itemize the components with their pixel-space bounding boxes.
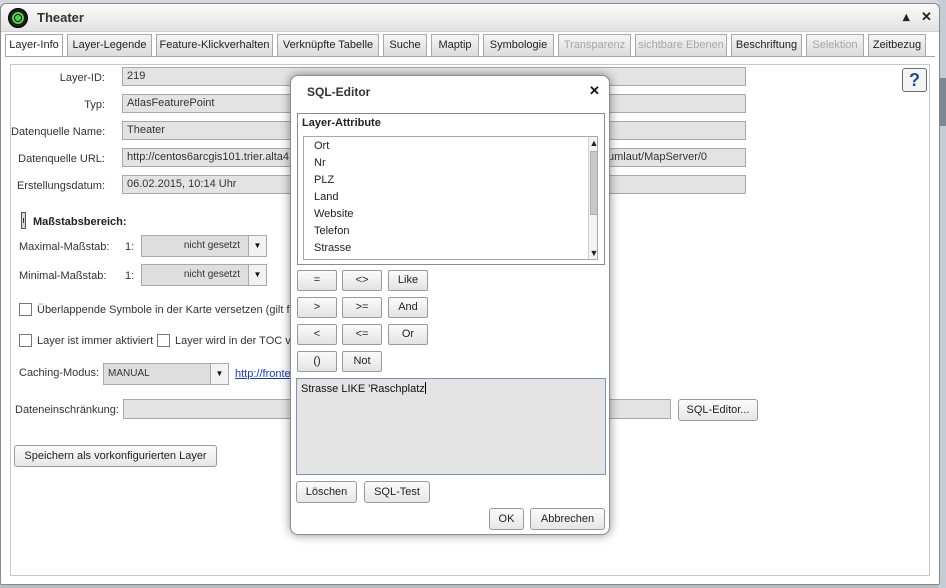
min-scale-combo[interactable]: nicht gesetzt ▼ bbox=[141, 264, 267, 286]
typ-label: Typ: bbox=[84, 99, 105, 111]
help-icon[interactable]: ? bbox=[902, 68, 927, 92]
list-scrollbar[interactable]: ▲ ▼ bbox=[588, 137, 597, 259]
tab-selektion: Selektion bbox=[806, 34, 864, 56]
list-item[interactable]: Strasse bbox=[314, 242, 351, 254]
operator-or-button[interactable]: Or bbox=[388, 324, 428, 345]
list-item[interactable]: PLZ bbox=[314, 174, 334, 186]
layer-attributes-group: Layer-Attribute Ort Nr PLZ Land Website … bbox=[297, 113, 605, 265]
tab-maptip[interactable]: Maptip bbox=[431, 34, 479, 56]
datasource-url-start: http://centos6arcgis101.trier.alta4. bbox=[127, 151, 293, 163]
created-label: Erstellungsdatum: bbox=[16, 180, 105, 192]
app-logo-icon bbox=[8, 8, 28, 28]
operator-greater-button[interactable]: > bbox=[297, 297, 337, 318]
max-scale-label: Maximal-Maßstab: bbox=[19, 241, 110, 253]
max-scale-value: nicht gesetzt bbox=[183, 240, 240, 251]
layer-attributes-title: Layer-Attribute bbox=[302, 117, 381, 129]
overlap-label: Überlappende Symbole in der Karte verset… bbox=[37, 304, 296, 316]
tab-beschriftung[interactable]: Beschriftung bbox=[731, 34, 802, 56]
text-caret bbox=[424, 382, 426, 394]
tab-suche[interactable]: Suche bbox=[383, 34, 427, 56]
tab-layer-info[interactable]: Layer-Info bbox=[5, 34, 63, 57]
datasource-url-label: Datenquelle URL: bbox=[18, 153, 105, 165]
dialog-title: SQL-Editor bbox=[307, 85, 371, 99]
sql-editor-dialog: SQL-Editor ✕ Layer-Attribute Ort Nr PLZ … bbox=[290, 75, 610, 535]
min-scale-prefix: 1: bbox=[125, 270, 135, 282]
operator-like-button[interactable]: Like bbox=[388, 270, 428, 291]
caching-link[interactable]: http://fronte bbox=[235, 368, 291, 380]
scroll-thumb[interactable] bbox=[590, 151, 597, 215]
close-icon[interactable]: ✕ bbox=[589, 83, 600, 99]
collapse-icon[interactable]: ▴ bbox=[903, 8, 910, 26]
datasource-name-label: Datenquelle Name: bbox=[11, 126, 106, 138]
chevron-down-icon[interactable]: ▼ bbox=[248, 236, 266, 256]
collapse-toggle-icon[interactable] bbox=[21, 212, 26, 229]
caching-combo[interactable]: MANUAL ▼ bbox=[103, 363, 229, 385]
always-active-checkbox[interactable] bbox=[19, 334, 32, 347]
overlap-checkbox[interactable] bbox=[19, 303, 32, 316]
max-scale-combo[interactable]: nicht gesetzt ▼ bbox=[141, 235, 267, 257]
min-scale-label: Minimal-Maßstab: bbox=[19, 270, 107, 282]
clear-button[interactable]: Löschen bbox=[296, 481, 357, 503]
tab-feature-klickverhalten[interactable]: Feature-Klickverhalten bbox=[156, 34, 273, 56]
max-scale-prefix: 1: bbox=[125, 241, 135, 253]
tab-symbologie[interactable]: Symbologie bbox=[483, 34, 554, 56]
window-title: Theater bbox=[37, 10, 84, 25]
close-icon[interactable]: ✕ bbox=[921, 8, 932, 26]
always-active-label: Layer ist immer aktiviert bbox=[37, 335, 154, 347]
scroll-up-icon[interactable]: ▲ bbox=[589, 137, 597, 149]
scale-section-title: Maßstabsbereich: bbox=[33, 216, 127, 228]
list-item[interactable]: Land bbox=[314, 191, 338, 203]
operator-not-button[interactable]: Not bbox=[342, 351, 382, 372]
layer-properties-window: Theater ▴ ✕ Layer-Info Layer-Legende Fea… bbox=[0, 3, 940, 585]
toc-label: Layer wird in der TOC v bbox=[175, 335, 291, 347]
save-preconfigured-button[interactable]: Speichern als vorkonfigurierten Layer bbox=[14, 445, 217, 467]
chevron-down-icon[interactable]: ▼ bbox=[248, 265, 266, 285]
sql-query-text: Strasse LIKE 'Raschplatz bbox=[301, 383, 425, 395]
list-item[interactable]: Telefon bbox=[314, 225, 349, 237]
tab-sichtbare-ebenen: sichtbare Ebenen bbox=[635, 34, 727, 56]
layer-id-label: Layer-ID: bbox=[59, 72, 105, 84]
list-item[interactable]: Nr bbox=[314, 157, 326, 169]
tab-verknuepfte-tabelle[interactable]: Verknüpfte Tabelle bbox=[277, 34, 379, 56]
toc-checkbox[interactable] bbox=[157, 334, 170, 347]
tab-divider bbox=[5, 56, 935, 57]
sql-editor-button[interactable]: SQL-Editor... bbox=[678, 399, 758, 421]
operator-parentheses-button[interactable]: () bbox=[297, 351, 337, 372]
ok-button[interactable]: OK bbox=[489, 508, 524, 530]
operator-equals-button[interactable]: = bbox=[297, 270, 337, 291]
caching-value: MANUAL bbox=[108, 368, 150, 379]
datasource-url-end: umlaut/MapServer/0 bbox=[608, 151, 708, 163]
operator-less-equal-button[interactable]: <= bbox=[342, 324, 382, 345]
chevron-down-icon[interactable]: ▼ bbox=[210, 364, 228, 384]
operator-and-button[interactable]: And bbox=[388, 297, 428, 318]
sql-test-button[interactable]: SQL-Test bbox=[364, 481, 430, 503]
scroll-down-icon[interactable]: ▼ bbox=[589, 247, 597, 259]
list-item[interactable]: Website bbox=[314, 208, 354, 220]
tab-transparenz: Transparenz bbox=[558, 34, 631, 56]
operator-not-equals-button[interactable]: <> bbox=[342, 270, 382, 291]
tab-layer-legende[interactable]: Layer-Legende bbox=[67, 34, 152, 56]
caching-label: Caching-Modus: bbox=[19, 367, 100, 379]
window-titlebar[interactable]: Theater ▴ ✕ bbox=[1, 4, 939, 32]
min-scale-value: nicht gesetzt bbox=[183, 269, 240, 280]
attribute-list[interactable]: Ort Nr PLZ Land Website Telefon Strasse … bbox=[303, 136, 598, 260]
sql-query-textarea[interactable]: Strasse LIKE 'Raschplatz bbox=[296, 378, 606, 475]
restriction-label: Dateneinschränkung: bbox=[15, 404, 119, 416]
operator-greater-equal-button[interactable]: >= bbox=[342, 297, 382, 318]
cancel-button[interactable]: Abbrechen bbox=[530, 508, 605, 530]
operator-less-button[interactable]: < bbox=[297, 324, 337, 345]
list-item[interactable]: Ort bbox=[314, 140, 329, 152]
tab-zeitbezug[interactable]: Zeitbezug bbox=[868, 34, 926, 56]
